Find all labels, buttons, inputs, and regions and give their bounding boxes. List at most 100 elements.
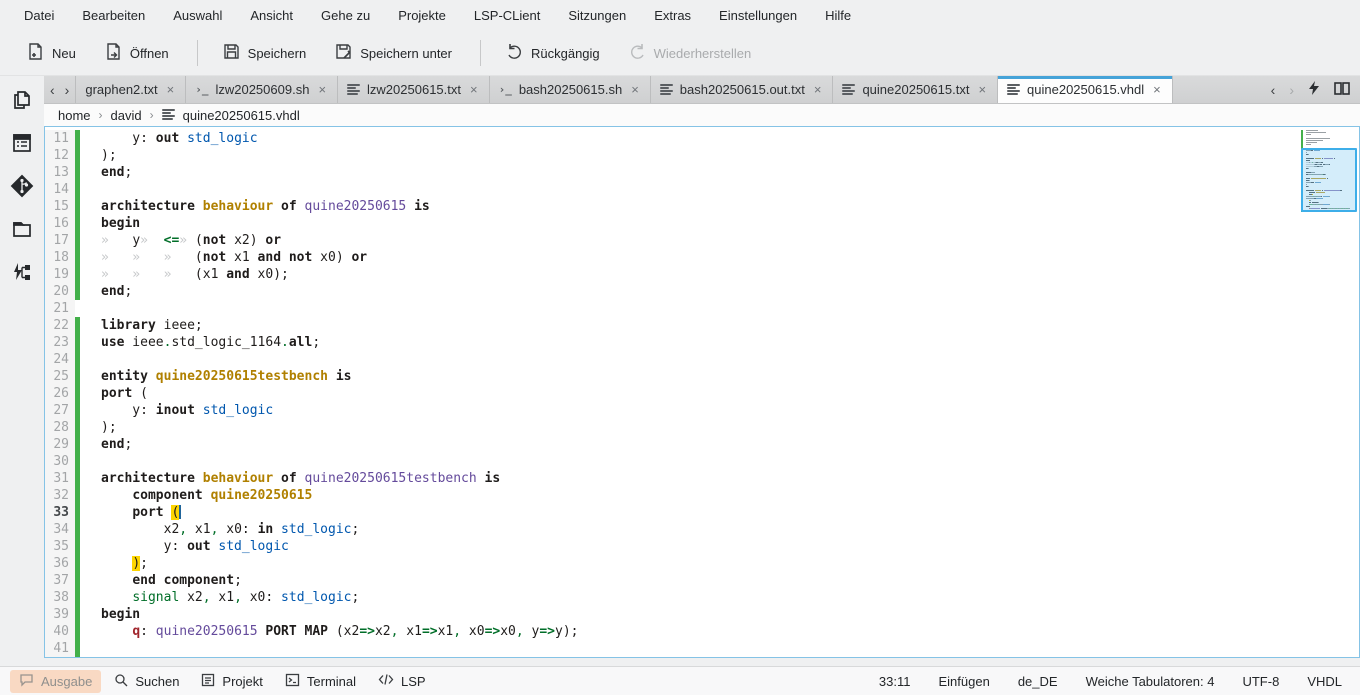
history-back-icon[interactable]: ‹ <box>1271 82 1276 98</box>
sidebar-item-documents[interactable] <box>4 84 40 118</box>
tab-bash20250615.sh[interactable]: ›_bash20250615.sh× <box>490 76 651 103</box>
menu-einstellungen[interactable]: Einstellungen <box>707 4 809 27</box>
code-segment: and <box>258 250 281 265</box>
tab-lzw20250615.txt[interactable]: lzw20250615.txt× <box>338 76 490 103</box>
folder-icon <box>10 217 34 244</box>
menu-extras[interactable]: Extras <box>642 4 703 27</box>
split-view-icon[interactable] <box>1334 82 1350 98</box>
text-cursor <box>179 505 181 519</box>
code-segment: end <box>101 284 124 299</box>
tab-close-icon[interactable]: × <box>468 82 480 97</box>
statusbar-button-suchen[interactable]: Suchen <box>105 670 188 693</box>
save-button[interactable]: Speichern <box>210 35 319 71</box>
code-segment: quine20250615testbench <box>305 471 477 486</box>
save-button-label: Speichern <box>248 46 307 61</box>
history-forward-icon[interactable]: › <box>1289 82 1294 98</box>
code-segment: y: <box>101 539 187 554</box>
editor-line: 13end; <box>45 164 1359 181</box>
statusbar-dictionary[interactable]: de_DE <box>1018 674 1058 689</box>
minimap-line <box>1306 130 1318 131</box>
menu-lsp-client[interactable]: LSP-CLient <box>462 4 552 27</box>
code-segment: architecture <box>101 471 195 486</box>
code-segment <box>156 573 164 588</box>
redo-icon <box>628 42 647 64</box>
sidebar-item-filesystem[interactable] <box>4 213 40 247</box>
code-segment: std_logic <box>281 590 351 605</box>
line-number: 36 <box>45 555 75 572</box>
breadcrumb-segment-david[interactable]: david <box>111 108 142 123</box>
minimap-viewport[interactable] <box>1301 148 1357 212</box>
code-segment: std_logic <box>187 131 257 146</box>
status-bar: AusgabeSuchenProjektTerminalLSP 33:11 Ein… <box>0 666 1360 695</box>
menu-hilfe[interactable]: Hilfe <box>813 4 863 27</box>
tab-close-icon[interactable]: × <box>165 82 177 97</box>
editor-line: 35 y: out std_logic <box>45 538 1359 555</box>
window-gap <box>0 658 1360 666</box>
tab-bash20250615.out.txt[interactable]: bash20250615.out.txt × <box>651 76 834 103</box>
tab-quine20250615.vhdl[interactable]: quine20250615.vhdl× <box>998 76 1173 103</box>
tab-quine20250615.txt[interactable]: quine20250615.txt× <box>833 76 998 103</box>
statusbar-button-ausgabe[interactable]: Ausgabe <box>10 670 101 693</box>
menu-ansicht[interactable]: Ansicht <box>238 4 305 27</box>
minimap-line <box>1306 138 1330 139</box>
menu-datei[interactable]: Datei <box>12 4 66 27</box>
scroll-tabs-right-icon[interactable]: › <box>65 82 70 98</box>
code-editor[interactable]: 11 y: out std_logic12);13end;1415archite… <box>44 126 1360 658</box>
code-segment: end <box>101 437 124 452</box>
line-number: 21 <box>45 300 75 317</box>
undo-button[interactable]: Rückgängig <box>493 35 612 71</box>
text-file-icon <box>162 109 175 121</box>
line-number: 14 <box>45 181 75 198</box>
code-segment: y: <box>101 131 156 146</box>
statusbar-tab-mode[interactable]: Weiche Tabulatoren: 4 <box>1086 674 1215 689</box>
code-segment <box>101 573 132 588</box>
code-text: y: inout std_logic <box>80 402 273 419</box>
scroll-tabs-left-icon[interactable]: ‹ <box>50 82 55 98</box>
tab-lzw20250609.sh[interactable]: ›_lzw20250609.sh× <box>186 76 338 103</box>
menu-sitzungen[interactable]: Sitzungen <box>556 4 638 27</box>
save-as-button[interactable]: Speichern unter <box>322 35 464 71</box>
statusbar-button-projekt[interactable]: Projekt <box>192 670 271 693</box>
editor-line: 39begin <box>45 606 1359 623</box>
statusbar-button-lsp[interactable]: LSP <box>369 670 435 692</box>
code-segment <box>328 369 336 384</box>
tab-close-icon[interactable]: × <box>1151 82 1163 97</box>
new-document-icon <box>26 42 45 64</box>
tab-close-icon[interactable]: × <box>976 82 988 97</box>
sidebar-item-lsp-symbols[interactable] <box>4 256 40 290</box>
code-segment <box>273 471 281 486</box>
breadcrumb-segment-home[interactable]: home <box>58 108 91 123</box>
redo-button[interactable]: Wiederherstellen <box>616 35 764 71</box>
tab-close-icon[interactable]: × <box>812 82 824 97</box>
menu-bearbeiten[interactable]: Bearbeiten <box>70 4 157 27</box>
statusbar-syntax-mode[interactable]: VHDL <box>1307 674 1342 689</box>
tab-close-icon[interactable]: × <box>629 82 641 97</box>
code-segment: x2 <box>375 624 391 639</box>
tab-close-icon[interactable]: × <box>316 82 328 97</box>
sidebar-item-git[interactable] <box>4 170 40 204</box>
breadcrumb-file[interactable]: quine20250615.vhdl <box>183 108 300 123</box>
code-segment: x0); <box>250 267 289 282</box>
code-segment: end <box>132 573 155 588</box>
code-text: architecture behaviour of quine20250615t… <box>80 470 500 487</box>
code-segment: behaviour <box>203 471 273 486</box>
tab-graphen2.txt[interactable]: graphen2.txt× <box>76 76 186 103</box>
quick-open-icon[interactable] <box>1308 81 1320 98</box>
statusbar-button-terminal[interactable]: Terminal <box>276 670 365 693</box>
code-segment: x0 <box>500 624 516 639</box>
code-segment <box>101 505 132 520</box>
statusbar-cursor-position[interactable]: 33:11 <box>879 674 911 689</box>
menu-auswahl[interactable]: Auswahl <box>161 4 234 27</box>
new-button[interactable]: Neu <box>14 35 88 71</box>
statusbar-encoding[interactable]: UTF-8 <box>1242 674 1279 689</box>
statusbar-insert-mode[interactable]: Einfügen <box>939 674 990 689</box>
tab-label: bash20250615.out.txt <box>680 82 805 97</box>
menu-gehe-zu[interactable]: Gehe zu <box>309 4 382 27</box>
sidebar-item-symbols[interactable] <box>4 127 40 161</box>
code-segment <box>406 199 414 214</box>
open-button[interactable]: Öffnen <box>92 35 181 71</box>
text-file-icon <box>1007 84 1020 96</box>
menu-projekte[interactable]: Projekte <box>386 4 458 27</box>
minimap-scrollbar[interactable] <box>1301 130 1357 654</box>
code-segment: inout <box>156 403 195 418</box>
